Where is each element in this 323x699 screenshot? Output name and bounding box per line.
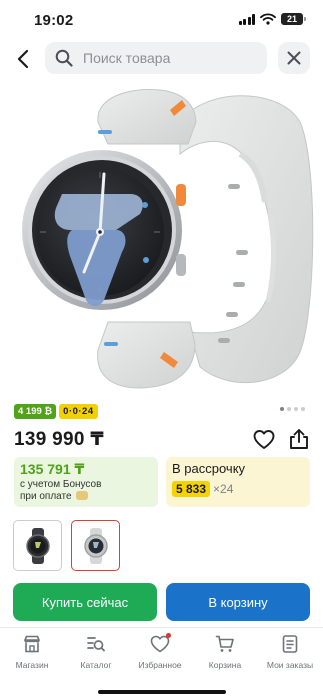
back-button[interactable] [10, 46, 36, 72]
pagination-dot [301, 407, 305, 411]
heart-icon [253, 430, 275, 449]
notification-dot [166, 633, 171, 638]
image-pagination-dots [280, 407, 305, 411]
cellular-signal-icon [238, 13, 255, 25]
variant-thumbnail-graphite[interactable] [13, 520, 62, 571]
tab-catalog[interactable]: Каталог [64, 634, 128, 670]
bottom-tab-bar: Магазин Каталог Избранное Корзина Мои за… [0, 627, 323, 699]
search-input[interactable]: Поиск товара [45, 42, 267, 74]
bonus-note-line-2: при оплате [20, 491, 72, 502]
installment-title: В рассрочку [172, 461, 246, 476]
tab-favorites[interactable]: Избранное [128, 633, 192, 670]
tab-label-catalog: Каталог [80, 660, 112, 670]
bonus-note-line-1: с учетом Бонусов [20, 479, 102, 490]
search-placeholder: Поиск товара [83, 50, 171, 66]
bonus-price: 135 791 ₸ [20, 461, 85, 477]
tab-label-favorites: Избранное [138, 660, 182, 670]
store-icon [24, 635, 40, 653]
close-button[interactable] [278, 42, 310, 74]
tab-label-store: Магазин [15, 660, 49, 670]
top-navigation-bar: Поиск товара [0, 40, 323, 78]
add-to-cart-button[interactable]: В корзину [166, 583, 310, 621]
search-icon [55, 48, 75, 68]
tab-label-orders: Мои заказы [266, 660, 314, 670]
home-indicator [98, 690, 226, 694]
tab-store[interactable]: Магазин [0, 634, 64, 670]
product-price: 139 990 ₸ [14, 429, 104, 450]
buy-now-button[interactable]: Купить сейчас [13, 583, 157, 621]
favorite-button[interactable] [253, 429, 275, 451]
tab-cart[interactable]: Корзина [193, 634, 257, 670]
catalog-icon [87, 637, 105, 652]
pagination-dot-active [280, 407, 284, 411]
wifi-icon [260, 13, 276, 25]
tab-orders[interactable]: Мои заказы [258, 634, 322, 670]
installment-card[interactable]: В рассрочку 5 833 ×24 [166, 457, 310, 507]
chevron-left-icon [17, 49, 29, 69]
close-icon [287, 51, 301, 65]
share-button[interactable] [288, 428, 310, 450]
tab-label-cart: Корзина [208, 660, 242, 670]
share-icon [290, 429, 308, 449]
variant-thumbnail-silver[interactable] [71, 520, 120, 571]
pagination-dot [294, 407, 298, 411]
status-time: 19:02 [34, 12, 74, 29]
installment-amount: 5 833 [172, 481, 211, 497]
bonus-note: с учетом Бонусов при оплате [20, 479, 152, 503]
promo-badges: 4 199 ₿ 0·0·24 [14, 404, 98, 419]
status-bar: 19:02 21 [0, 0, 323, 40]
orders-icon [282, 635, 298, 653]
product-image[interactable] [0, 82, 323, 400]
cart-icon [215, 635, 234, 652]
installment-multiplier: ×24 [213, 482, 234, 496]
pagination-dot [287, 407, 291, 411]
bonus-badge: 4 199 ₿ [14, 404, 57, 419]
bonus-price-card[interactable]: 135 791 ₸ с учетом Бонусов при оплате [14, 457, 158, 507]
battery-icon: 21 [281, 13, 306, 25]
status-icons: 21 [238, 13, 306, 25]
bonus-coin-icon [76, 491, 89, 500]
installment-badge: 0·0·24 [59, 404, 98, 419]
